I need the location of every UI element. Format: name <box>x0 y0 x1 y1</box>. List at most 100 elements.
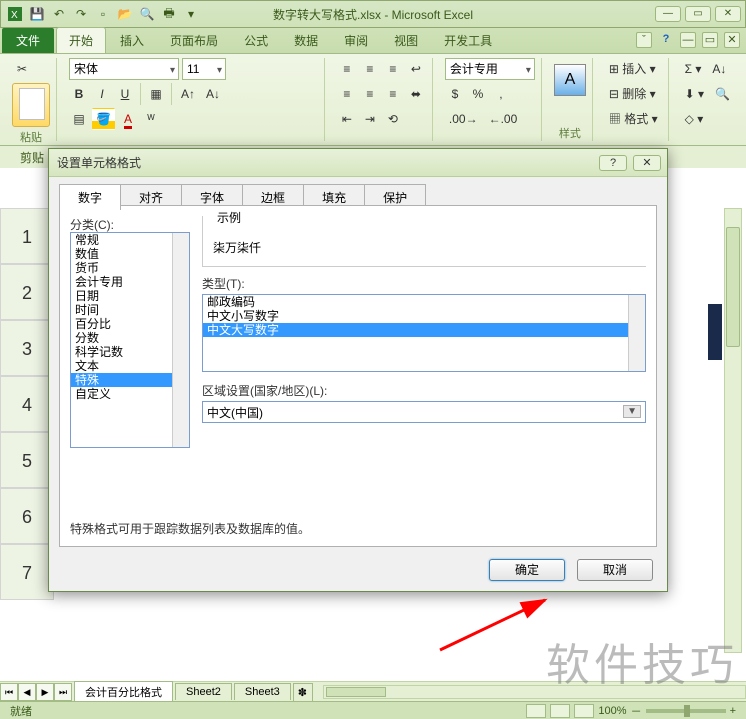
fill-button[interactable]: ⬇ ▾ <box>681 83 708 105</box>
cat-item[interactable]: 文本 <box>71 359 189 373</box>
view-pagelayout-icon[interactable] <box>550 704 570 718</box>
styles-label[interactable]: 样式 <box>554 125 586 141</box>
tab-file[interactable]: 文件 <box>2 28 54 53</box>
type-item-selected[interactable]: 中文大写数字 <box>203 323 645 337</box>
zoom-level[interactable]: 100% <box>598 705 626 717</box>
ribbon-min-icon[interactable]: ˇ <box>636 32 652 48</box>
cat-item[interactable]: 货币 <box>71 261 189 275</box>
tab-home[interactable]: 开始 <box>56 27 106 53</box>
zoom-out-button[interactable]: － <box>631 703 642 719</box>
row-header[interactable]: 6 <box>0 488 54 544</box>
sheet-prev-icon[interactable]: ◀ <box>18 683 36 701</box>
align-bot-icon[interactable]: ≡ <box>383 58 403 80</box>
bold-button[interactable]: B <box>69 83 89 105</box>
fill-color-button[interactable]: 🪣 <box>92 108 115 130</box>
tab-view[interactable]: 视图 <box>382 28 430 53</box>
cancel-button[interactable]: 取消 <box>577 559 653 581</box>
underline-button[interactable]: U <box>115 83 135 105</box>
scroll-thumb[interactable] <box>726 227 740 347</box>
shrink-font-button[interactable]: A↓ <box>202 83 224 105</box>
doc-close-icon[interactable]: ✕ <box>724 32 740 48</box>
vertical-scrollbar[interactable] <box>724 208 742 653</box>
tab-insert[interactable]: 插入 <box>108 28 156 53</box>
view-normal-icon[interactable] <box>526 704 546 718</box>
delete-button[interactable]: ⊟ 删除 ▾ <box>605 83 660 105</box>
sheet-tab-active[interactable]: 会计百分比格式 <box>74 681 173 702</box>
minimize-button[interactable]: — <box>655 6 681 22</box>
type-item[interactable]: 中文小写数字 <box>203 309 645 323</box>
find-icon[interactable]: 🔍 <box>711 83 734 105</box>
paste-label[interactable]: 粘贴 <box>12 129 50 145</box>
sum-button[interactable]: Σ ▾ <box>681 58 706 80</box>
number-format-select[interactable]: 会计专用 <box>445 58 535 80</box>
sheet-tab[interactable]: Sheet3 <box>234 683 291 700</box>
wrap-text-button[interactable]: ↩ <box>406 58 426 80</box>
tab-review[interactable]: 审阅 <box>332 28 380 53</box>
new-sheet-icon[interactable]: ✽ <box>293 683 313 701</box>
format-button[interactable]: ▦ 格式 ▾ <box>605 108 662 130</box>
maximize-button[interactable]: ▭ <box>685 6 711 22</box>
paste-icon[interactable] <box>12 83 50 127</box>
borders-icon[interactable]: ▤ <box>69 108 89 130</box>
font-size-select[interactable]: 11 <box>182 58 226 80</box>
font-name-select[interactable]: 宋体 <box>69 58 179 80</box>
sort-icon[interactable]: A↓ <box>708 58 730 80</box>
zoom-slider[interactable] <box>646 709 726 713</box>
comma-icon[interactable]: , <box>491 83 511 105</box>
cat-item[interactable]: 日期 <box>71 289 189 303</box>
tab-data[interactable]: 数据 <box>282 28 330 53</box>
orientation-icon[interactable]: ⟲ <box>383 108 403 130</box>
dec-decimal-icon[interactable]: ←.00 <box>485 108 522 130</box>
insert-button[interactable]: ⊞ 插入 ▾ <box>605 58 660 80</box>
dialog-close-button[interactable]: ✕ <box>633 155 661 171</box>
row-header[interactable]: 3 <box>0 320 54 376</box>
border-button[interactable]: ▦ <box>146 83 166 105</box>
indent-dec-icon[interactable]: ⇤ <box>337 108 357 130</box>
row-header[interactable]: 2 <box>0 264 54 320</box>
cat-item[interactable]: 数值 <box>71 247 189 261</box>
font-color-button[interactable]: A <box>118 108 138 130</box>
align-left-icon[interactable]: ≡ <box>337 83 357 105</box>
hscroll-thumb[interactable] <box>326 687 386 697</box>
row-header[interactable]: 7 <box>0 544 54 600</box>
row-header[interactable]: 5 <box>0 432 54 488</box>
tab-pagelayout[interactable]: 页面布局 <box>158 28 230 53</box>
type-item[interactable]: 邮政编码 <box>203 295 645 309</box>
sheet-tab[interactable]: Sheet2 <box>175 683 232 700</box>
close-button[interactable]: ✕ <box>715 6 741 22</box>
zoom-in-button[interactable]: + <box>730 705 736 717</box>
cat-item[interactable]: 百分比 <box>71 317 189 331</box>
sheet-next-icon[interactable]: ▶ <box>36 683 54 701</box>
doc-min-icon[interactable]: — <box>680 32 696 48</box>
sheet-first-icon[interactable]: ⏮ <box>0 683 18 701</box>
cat-item[interactable]: 时间 <box>71 303 189 317</box>
type-list[interactable]: 邮政编码 中文小写数字 中文大写数字 <box>202 294 646 372</box>
row-header[interactable]: 1 <box>0 208 54 264</box>
category-list[interactable]: 常规 数值 货币 会计专用 日期 时间 百分比 分数 科学记数 文本 特殊 自定… <box>70 232 190 448</box>
merge-button[interactable]: ⬌ <box>406 83 426 105</box>
align-top-icon[interactable]: ≡ <box>337 58 357 80</box>
grow-font-button[interactable]: A↑ <box>177 83 199 105</box>
cat-item[interactable]: 分数 <box>71 331 189 345</box>
tab-developer[interactable]: 开发工具 <box>432 28 504 53</box>
view-pagebreak-icon[interactable] <box>574 704 594 718</box>
row-header[interactable]: 4 <box>0 376 54 432</box>
cut-icon[interactable]: ✂ <box>12 58 32 80</box>
cat-item[interactable]: 常规 <box>71 233 189 247</box>
italic-button[interactable]: I <box>92 83 112 105</box>
align-center-icon[interactable]: ≡ <box>360 83 380 105</box>
inc-decimal-icon[interactable]: .00→ <box>445 108 482 130</box>
align-right-icon[interactable]: ≡ <box>383 83 403 105</box>
indent-inc-icon[interactable]: ⇥ <box>360 108 380 130</box>
doc-restore-icon[interactable]: ▭ <box>702 32 718 48</box>
tab-formulas[interactable]: 公式 <box>232 28 280 53</box>
cat-item[interactable]: 科学记数 <box>71 345 189 359</box>
sheet-last-icon[interactable]: ⏭ <box>54 683 72 701</box>
cat-item[interactable]: 自定义 <box>71 387 189 401</box>
dialog-help-button[interactable]: ? <box>599 155 627 171</box>
cat-item[interactable]: 会计专用 <box>71 275 189 289</box>
phonetic-button[interactable]: ᵂ <box>141 108 161 130</box>
cat-item-selected[interactable]: 特殊 <box>71 373 189 387</box>
dlg-tab-number[interactable]: 数字 <box>59 184 121 210</box>
locale-select[interactable]: 中文(中国) <box>202 401 646 423</box>
